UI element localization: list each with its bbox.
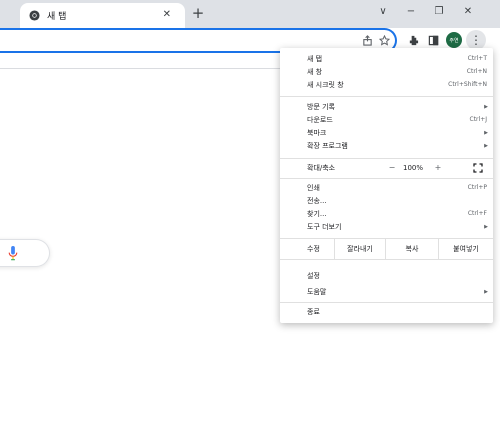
menu-item-downloads[interactable]: 다운로드 Ctrl+J	[280, 114, 493, 126]
menu-item-history[interactable]: 방문 기록 ▶	[280, 101, 493, 113]
zoom-level: 100%	[403, 164, 424, 172]
menu-item-exit[interactable]: 종료	[280, 306, 493, 318]
page-divider	[0, 68, 282, 69]
menu-separator	[280, 238, 493, 239]
cut-button[interactable]: 잘라내기	[335, 243, 385, 255]
tab-strip: 새 탭 ✕ + ∨ − ❐ ✕	[0, 0, 500, 28]
profile-avatar[interactable]: 주연	[446, 32, 462, 48]
submenu-arrow-icon: ▶	[484, 130, 488, 136]
menu-item-bookmarks[interactable]: 북마크 ▶	[280, 127, 493, 139]
fullscreen-icon[interactable]	[473, 163, 483, 173]
edit-label: 수정	[307, 245, 320, 253]
menu-item-settings[interactable]: 설정	[280, 270, 493, 282]
star-icon[interactable]	[376, 32, 392, 48]
submenu-arrow-icon: ▶	[484, 224, 488, 230]
menu-kebab-icon[interactable]: ⋮	[466, 30, 486, 50]
menu-item-help[interactable]: 도움말 ▶	[280, 286, 493, 298]
search-box[interactable]	[0, 239, 50, 267]
submenu-arrow-icon: ▶	[484, 143, 488, 149]
menu-item-new-window[interactable]: 새 창 Ctrl+N	[280, 66, 493, 78]
menu-separator	[280, 302, 493, 303]
zoom-label: 확대/축소	[307, 164, 336, 172]
menu-separator	[280, 259, 493, 260]
menu-item-print[interactable]: 인쇄 Ctrl+P	[280, 182, 493, 194]
new-tab-button[interactable]: +	[189, 4, 207, 22]
browser-window: 새 탭 ✕ + ∨ − ❐ ✕ 주연 ⋮ 새 탭 Ctrl+T 새 창 Ctrl…	[0, 0, 500, 425]
tab-new-tab[interactable]: 새 탭 ✕	[20, 3, 185, 28]
chrome-icon	[29, 10, 40, 21]
paste-button[interactable]: 붙여넣기	[439, 243, 493, 255]
share-icon[interactable]	[359, 32, 375, 48]
submenu-arrow-icon: ▶	[484, 289, 488, 295]
tab-search-chevron-icon[interactable]: ∨	[375, 5, 391, 19]
zoom-out-button[interactable]: −	[387, 162, 397, 174]
copy-button[interactable]: 복사	[386, 243, 438, 255]
menu-item-extensions[interactable]: 확장 프로그램 ▶	[280, 140, 493, 152]
menu-item-incognito[interactable]: 새 시크릿 창 Ctrl+Shift+N	[280, 79, 493, 91]
extensions-icon[interactable]	[405, 32, 421, 48]
submenu-arrow-icon: ▶	[484, 104, 488, 110]
sidepanel-icon[interactable]	[425, 32, 441, 48]
tab-title: 새 탭	[47, 12, 67, 22]
menu-item-cast[interactable]: 전송...	[280, 195, 493, 207]
zoom-in-button[interactable]: +	[433, 162, 443, 174]
chrome-menu: 새 탭 Ctrl+T 새 창 Ctrl+N 새 시크릿 창 Ctrl+Shift…	[280, 48, 493, 323]
menu-item-find[interactable]: 찾기... Ctrl+F	[280, 208, 493, 220]
mic-icon[interactable]	[8, 246, 18, 261]
menu-item-new-tab[interactable]: 새 탭 Ctrl+T	[280, 53, 493, 65]
menu-separator	[280, 96, 493, 97]
restore-button[interactable]: ❐	[431, 5, 447, 19]
tab-close-icon[interactable]: ✕	[163, 8, 171, 22]
menu-item-more-tools[interactable]: 도구 더보기 ▶	[280, 221, 493, 233]
menu-separator	[280, 178, 493, 179]
minimize-button[interactable]: −	[403, 5, 419, 19]
close-window-button[interactable]: ✕	[460, 5, 476, 19]
menu-separator	[280, 158, 493, 159]
